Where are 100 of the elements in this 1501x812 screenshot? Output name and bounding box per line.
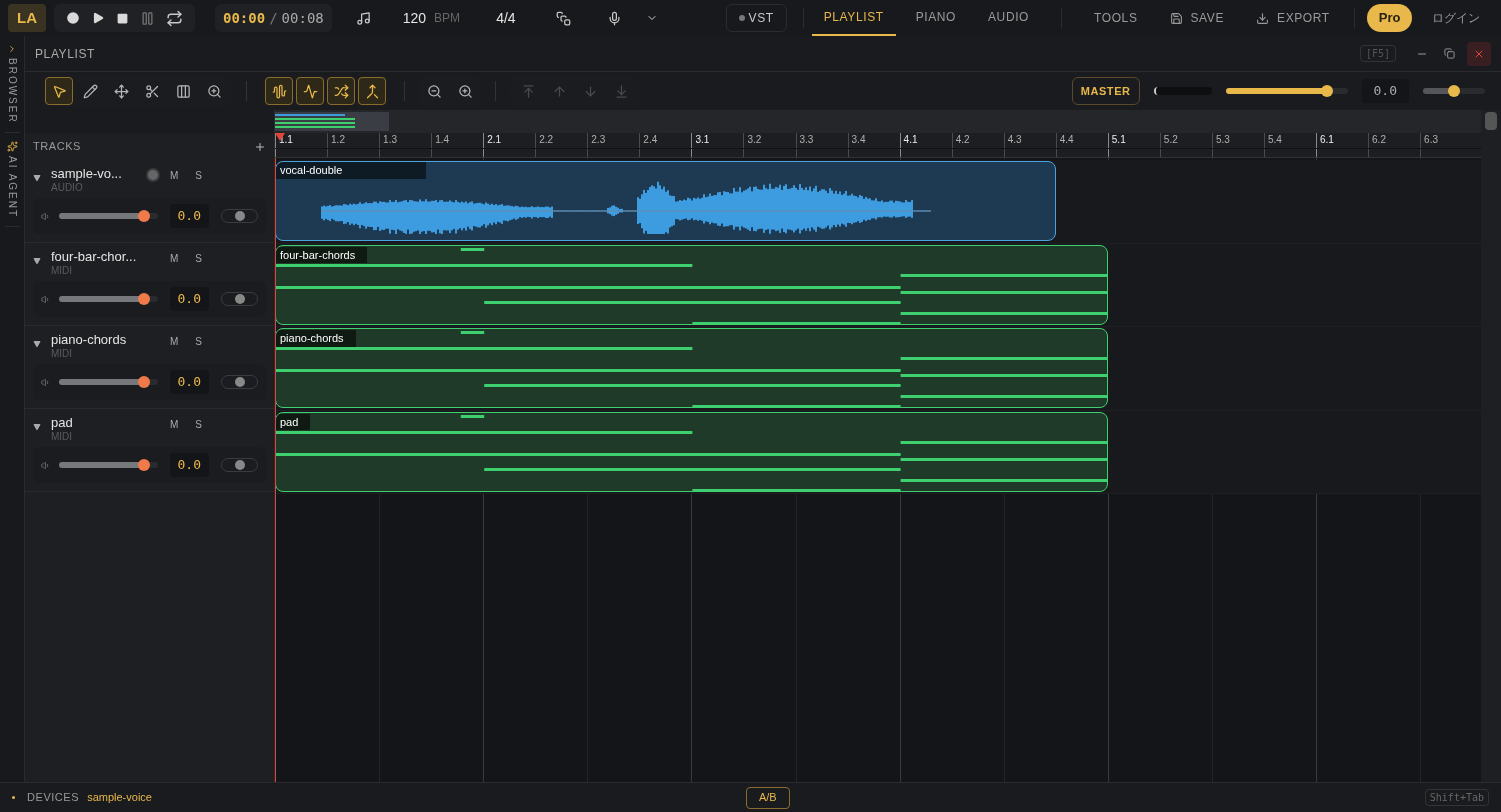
- toolbar-action[interactable]: EXPORT: [1244, 9, 1342, 27]
- download-icon: [1256, 11, 1270, 25]
- pause-icon[interactable]: [140, 10, 155, 26]
- chevron-right-icon: [7, 44, 17, 54]
- panel-title: PLAYLIST: [35, 45, 95, 63]
- app-logo[interactable]: LA: [8, 4, 46, 32]
- bar-beat-label: 5.4: [1267, 133, 1282, 146]
- track-name[interactable]: sample-vo...: [51, 166, 146, 182]
- track-name[interactable]: pad: [51, 415, 146, 431]
- bar-beat-label: 1.4: [435, 133, 450, 146]
- solo-button[interactable]: S: [195, 334, 202, 349]
- devices-label[interactable]: DEVICES: [27, 789, 80, 806]
- mute-button[interactable]: M: [170, 334, 179, 349]
- tool-button[interactable]: [265, 77, 293, 105]
- volume-slider[interactable]: [58, 462, 158, 468]
- track-type: MIDI: [51, 265, 74, 277]
- midi-clip[interactable]: pad: [275, 411, 1108, 492]
- tempo-value[interactable]: 120: [402, 7, 427, 29]
- track-name[interactable]: piano-chords: [51, 332, 146, 348]
- bar-beat-label: 5.1: [1111, 133, 1126, 146]
- tool-button[interactable]: [327, 77, 355, 105]
- midi-clip[interactable]: piano-chords: [275, 328, 1108, 409]
- music-note-icon[interactable]: [355, 10, 371, 26]
- record-arm-button[interactable]: [146, 168, 160, 182]
- columns-icon: [175, 83, 191, 99]
- mute-button[interactable]: M: [170, 417, 179, 432]
- mute-button[interactable]: M: [170, 251, 179, 266]
- bar-beat-label: 2.4: [643, 133, 658, 146]
- merge-icon: [364, 83, 380, 99]
- move-icon: [113, 83, 129, 99]
- bar-beat-label: 3.2: [747, 133, 762, 146]
- waveform-icon: [271, 83, 287, 99]
- mute-button[interactable]: M: [170, 168, 179, 183]
- bar-beat-label: 4.1: [903, 133, 918, 146]
- master-reading[interactable]: 0.0: [1361, 79, 1409, 103]
- master-pan-slider[interactable]: [1423, 88, 1485, 94]
- collapse-triangle-icon[interactable]: [33, 174, 41, 182]
- volume-slider[interactable]: [58, 379, 158, 385]
- clip-name: vocal-double: [276, 162, 426, 179]
- view-tab[interactable]: AUDIO: [976, 0, 1042, 36]
- master-button[interactable]: MASTER: [1071, 77, 1140, 105]
- tracks-header: TRACKS: [33, 139, 81, 155]
- side-tab[interactable]: BROWSER: [4, 36, 20, 133]
- pointer-icon: [51, 83, 67, 99]
- total-time: 00:08: [281, 8, 324, 28]
- microphone-icon[interactable]: [606, 10, 622, 26]
- pencil-icon: [82, 83, 98, 99]
- scrollbar-thumb[interactable]: [1485, 112, 1497, 130]
- zoom-out-icon[interactable]: [427, 83, 442, 99]
- bar-beat-label: 4.4: [1059, 133, 1074, 146]
- add-icon[interactable]: [254, 140, 266, 153]
- time-signature[interactable]: 4/4: [496, 7, 516, 29]
- time-separator: /: [269, 8, 278, 28]
- collapse-triangle-icon[interactable]: [33, 340, 41, 348]
- collapse-triangle-icon[interactable]: [33, 257, 41, 265]
- tool-button[interactable]: [296, 77, 324, 105]
- audio-clip[interactable]: vocal-double: [275, 161, 1056, 242]
- bar-beat-label: 2.2: [539, 133, 554, 146]
- solo-button[interactable]: S: [195, 251, 202, 266]
- view-tab[interactable]: PIANO: [903, 0, 968, 36]
- bar-beat-label: 4.3: [1007, 133, 1022, 146]
- track-type: MIDI: [51, 348, 74, 360]
- volume-reading[interactable]: 0.0: [169, 287, 209, 311]
- track-type: AUDIO: [51, 182, 84, 194]
- toolbar-action[interactable]: SAVE: [1157, 9, 1237, 27]
- volume-reading[interactable]: 0.0: [169, 453, 209, 477]
- clip-name: four-bar-chords: [276, 246, 368, 264]
- tool-button[interactable]: [358, 77, 386, 105]
- stop-icon[interactable]: [116, 11, 129, 25]
- vst-button[interactable]: VST: [725, 4, 787, 32]
- clip-name: piano-chords: [276, 330, 356, 347]
- overview-window[interactable]: [275, 112, 389, 131]
- master-volume-slider[interactable]: [1225, 88, 1348, 94]
- play-icon[interactable]: [91, 11, 105, 25]
- track-name[interactable]: four-bar-chor...: [51, 249, 146, 265]
- clip-name: pad: [276, 413, 311, 431]
- arrow-down-icon: [582, 83, 598, 99]
- save-icon: [1169, 11, 1183, 25]
- pulse-icon: [302, 83, 318, 99]
- record-icon[interactable]: [66, 11, 80, 25]
- scissors-icon: [144, 83, 160, 99]
- volume-slider[interactable]: [58, 296, 158, 302]
- toolbar-action[interactable]: TOOLS: [1082, 9, 1150, 27]
- volume-reading[interactable]: 0.0: [169, 370, 209, 394]
- solo-button[interactable]: S: [195, 417, 202, 432]
- volume-slider[interactable]: [58, 213, 158, 219]
- midi-clip[interactable]: four-bar-chords: [275, 244, 1108, 325]
- shuffle-icon: [333, 83, 349, 99]
- solo-button[interactable]: S: [195, 168, 202, 183]
- zoom-in-icon[interactable]: [458, 83, 473, 99]
- pro-button[interactable]: Pro: [1366, 4, 1413, 32]
- collapse-triangle-icon[interactable]: [33, 423, 41, 431]
- login-link[interactable]: ログイン: [1432, 9, 1481, 27]
- bar-beat-label: 5.3: [1215, 133, 1230, 146]
- tool-button[interactable]: [45, 77, 73, 105]
- loop-icon[interactable]: [166, 9, 183, 27]
- ab-compare-button[interactable]: A/B: [745, 786, 790, 809]
- volume-reading[interactable]: 0.0: [169, 204, 209, 228]
- side-tab[interactable]: AI AGENT: [4, 132, 20, 227]
- restore-icon[interactable]: [1444, 48, 1455, 59]
